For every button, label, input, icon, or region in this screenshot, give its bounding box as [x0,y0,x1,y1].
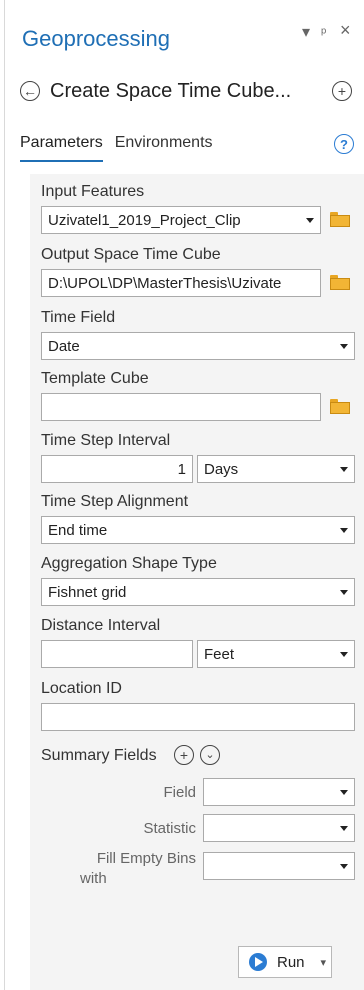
pane-title: Geoprocessing [22,26,170,51]
browse-folder-icon[interactable] [330,399,350,414]
tab-bar: Parameters Environments [20,134,213,162]
statistic-dropdown[interactable] [203,814,355,842]
input-features-value: Uzivatel1_2019_Project_Clip [48,211,241,229]
input-features-dropdown[interactable]: Uzivatel1_2019_Project_Clip [41,206,321,234]
tab-parameters[interactable]: Parameters [20,134,103,162]
aggregation-shape-dropdown[interactable]: Fishnet grid [41,578,355,606]
time-step-unit-dropdown[interactable]: Days [197,455,355,483]
fill-empty-bins-label-line2: with [80,870,107,887]
time-step-interval-input[interactable]: 1 [41,455,193,483]
distance-unit-value: Feet [204,645,235,663]
time-step-interval-value: 1 [177,460,186,478]
time-field-label: Time Field [41,309,116,326]
aggregation-shape-value: Fishnet grid [48,583,127,601]
time-step-unit-value: Days [204,460,239,478]
distance-interval-input[interactable] [41,640,193,668]
time-step-interval-label: Time Step Interval [41,432,171,449]
distance-unit-dropdown[interactable]: Feet [197,640,355,668]
field-label: Field [163,784,196,801]
tool-header: ← Create Space Time Cube... [20,78,291,104]
location-id-input[interactable] [41,703,355,731]
aggregation-shape-label: Aggregation Shape Type [41,555,217,572]
back-arrow-icon[interactable]: ← [20,81,40,101]
run-button[interactable]: Run ▾ [238,946,332,978]
add-summary-field-icon[interactable]: + [174,745,194,765]
time-step-alignment-label: Time Step Alignment [41,493,189,510]
time-step-alignment-value: End time [48,521,108,539]
summary-fields-label: Summary Fields [41,747,157,764]
output-cube-label: Output Space Time Cube [41,246,221,263]
pane-menu-icon[interactable]: ▾ [302,22,310,42]
pin-icon[interactable]: ᵖ [321,24,326,40]
fill-empty-bins-dropdown[interactable] [203,852,355,880]
help-icon[interactable]: ? [334,134,354,154]
location-id-label: Location ID [41,680,122,697]
add-tool-icon[interactable]: + [332,81,352,101]
expand-chevron-icon[interactable]: ⌄ [200,745,220,765]
statistic-label: Statistic [143,820,196,837]
tool-name: Create Space Time Cube... [50,79,292,102]
field-dropdown[interactable] [203,778,355,806]
fill-empty-bins-label: Fill Empty Bins [96,850,196,867]
template-cube-input[interactable] [41,393,321,421]
time-field-dropdown[interactable]: Date [41,332,355,360]
time-field-value: Date [48,337,80,355]
output-cube-input[interactable]: D:\UPOL\DP\MasterThesis\Uzivate [41,269,321,297]
browse-folder-icon[interactable] [330,275,350,290]
distance-interval-label: Distance Interval [41,617,161,634]
run-dropdown-icon[interactable]: ▾ [321,956,327,969]
tab-environments[interactable]: Environments [115,134,213,162]
template-cube-label: Template Cube [41,370,149,387]
browse-folder-icon[interactable] [330,212,350,227]
run-label: Run [277,953,305,971]
output-cube-value: D:\UPOL\DP\MasterThesis\Uzivate [48,274,282,292]
run-icon [249,953,267,971]
input-features-label: Input Features [41,183,145,200]
pane-left-border [4,0,5,990]
close-icon[interactable]: × [340,20,351,41]
time-step-alignment-dropdown[interactable]: End time [41,516,355,544]
